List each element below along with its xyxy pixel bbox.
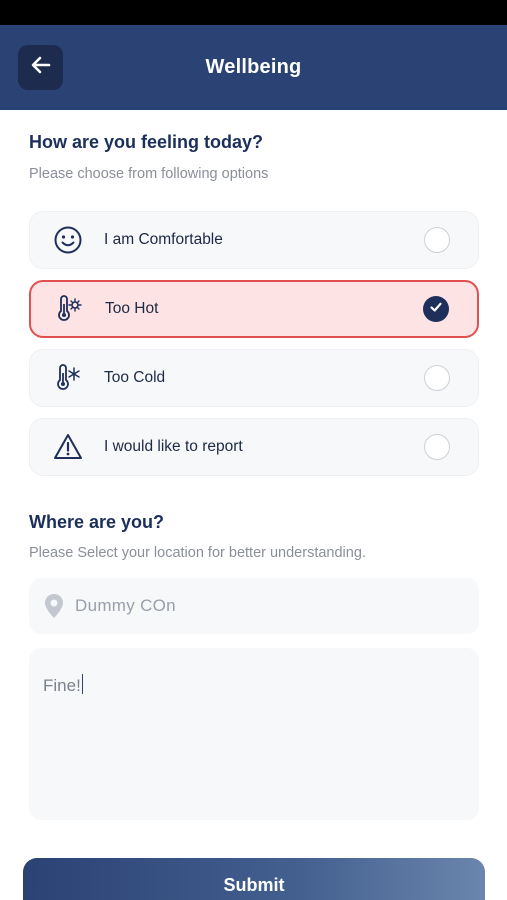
option-label: Too Cold bbox=[104, 369, 166, 386]
smiley-face-icon bbox=[53, 225, 83, 255]
text-cursor bbox=[81, 674, 84, 694]
location-pin-icon bbox=[43, 593, 65, 619]
radio-button[interactable] bbox=[424, 227, 450, 253]
location-question-subtitle: Please Select your location for better u… bbox=[29, 545, 366, 561]
notes-text: Fine! bbox=[43, 676, 81, 695]
radio-button[interactable] bbox=[424, 434, 450, 460]
feeling-question-title: How are you feeling today? bbox=[29, 132, 264, 152]
app-header: Wellbeing bbox=[0, 25, 507, 110]
option-too-cold[interactable]: Too Cold bbox=[29, 349, 479, 407]
arrow-left-icon bbox=[29, 53, 53, 82]
back-button[interactable] bbox=[18, 45, 63, 90]
thermometer-sun-icon bbox=[54, 294, 84, 324]
radio-button-checked[interactable] bbox=[423, 296, 449, 322]
page-title: Wellbeing bbox=[205, 56, 302, 78]
location-field[interactable]: Dummy COn bbox=[29, 578, 479, 634]
notes-textarea[interactable]: Fine! bbox=[29, 648, 479, 820]
location-value: Dummy COn bbox=[75, 596, 176, 615]
option-label: I would like to report bbox=[104, 438, 243, 455]
option-report[interactable]: I would like to report bbox=[29, 418, 479, 476]
submit-label: Submit bbox=[223, 875, 285, 895]
check-icon bbox=[429, 300, 443, 319]
warning-triangle-icon bbox=[53, 432, 83, 462]
thermometer-snowflake-icon bbox=[53, 363, 83, 393]
status-bar bbox=[0, 0, 507, 25]
option-label: Too Hot bbox=[105, 300, 159, 317]
submit-button[interactable]: Submit bbox=[23, 858, 485, 900]
radio-button[interactable] bbox=[424, 365, 450, 391]
option-too-hot[interactable]: Too Hot bbox=[29, 280, 479, 338]
option-label: I am Comfortable bbox=[104, 231, 223, 248]
feeling-question-subtitle: Please choose from following options bbox=[29, 166, 269, 182]
option-comfortable[interactable]: I am Comfortable bbox=[29, 211, 479, 269]
location-question-title: Where are you? bbox=[29, 512, 165, 532]
